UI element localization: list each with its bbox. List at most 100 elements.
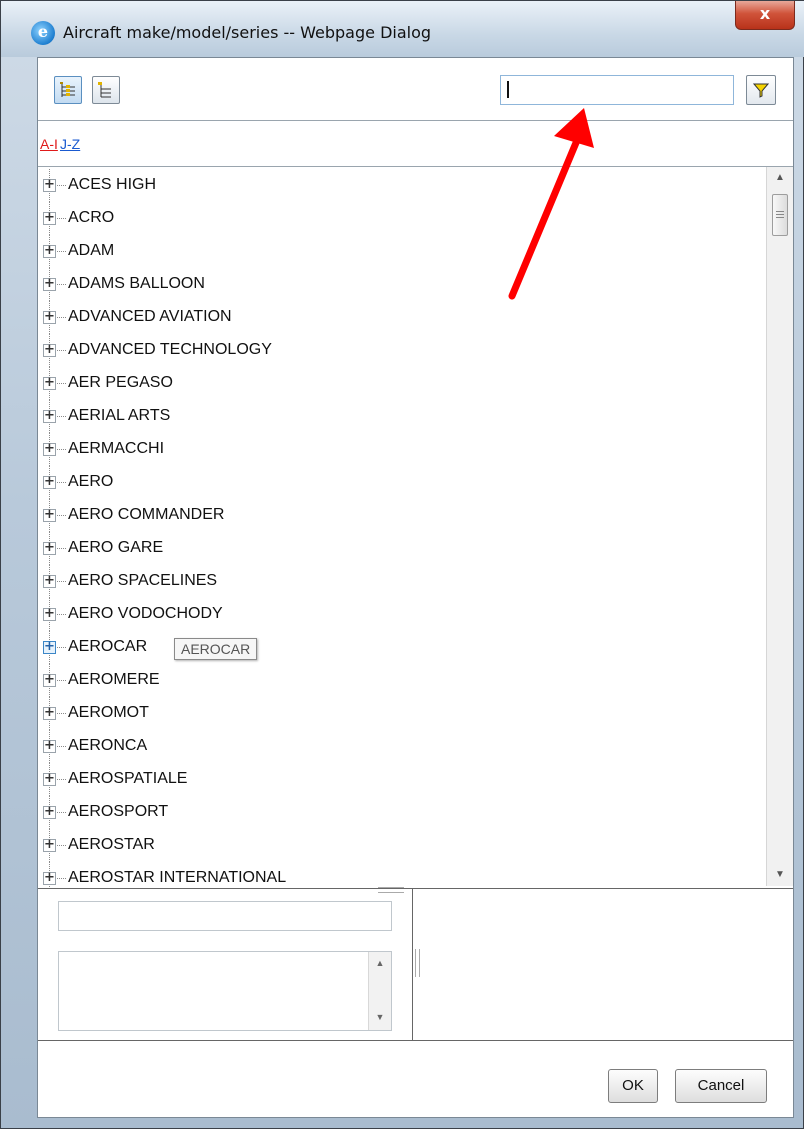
expand-plus-icon[interactable]: + (43, 871, 56, 885)
tree-node-label[interactable]: AERO VODOCHODY (68, 605, 223, 623)
tree-node[interactable]: + AEROMERE (38, 664, 758, 697)
scroll-up-icon[interactable]: ▲ (767, 167, 793, 189)
detail-right-pane (413, 889, 793, 1041)
expand-plus-icon[interactable]: + (43, 343, 56, 357)
expand-plus-icon[interactable]: + (43, 706, 56, 720)
alphabet-filter: A-I J-Z (38, 120, 793, 167)
expand-plus-icon[interactable]: + (43, 508, 56, 522)
tree-node[interactable]: + ADVANCED AVIATION (38, 301, 758, 334)
expand-plus-icon[interactable]: + (43, 211, 56, 225)
expand-plus-icon[interactable]: + (43, 607, 56, 621)
tree-node-label[interactable]: AERO (68, 473, 113, 491)
tree-node[interactable]: + ADVANCED TECHNOLOGY (38, 334, 758, 367)
tree-node-label[interactable]: ACES HIGH (68, 176, 156, 194)
tree-node[interactable]: + AEROSTAR (38, 829, 758, 862)
expand-plus-icon[interactable]: + (43, 574, 56, 588)
tree-node-label[interactable]: ADAM (68, 242, 114, 260)
tree-node-label[interactable]: ACRO (68, 209, 114, 227)
textarea-scrollbar[interactable]: ▲ ▼ (368, 952, 391, 1030)
tree-node-label[interactable]: ADAMS BALLOON (68, 275, 205, 293)
expand-plus-icon[interactable]: + (43, 442, 56, 456)
filter-button[interactable] (746, 75, 776, 105)
expand-plus-icon[interactable]: + (43, 772, 56, 786)
tree-node[interactable]: + AEROSPORT (38, 796, 758, 829)
expand-plus-icon[interactable]: + (43, 310, 56, 324)
tree-connector-dash (57, 350, 66, 351)
expand-plus-icon[interactable]: + (43, 277, 56, 291)
tree-node-label[interactable]: AEROSPORT (68, 803, 168, 821)
tree-node[interactable]: + AERO COMMANDER (38, 499, 758, 532)
tree-connector-dash (57, 680, 66, 681)
tree-node-label[interactable]: AERONCA (68, 737, 147, 755)
dialog-content: A-I J-Z + ACES HIGH + ACRO + ADAM + ADAMS BALLO… (37, 57, 794, 1118)
search-input[interactable] (500, 75, 734, 105)
tree-node[interactable]: + ACES HIGH (38, 169, 758, 202)
tree-node-label[interactable]: ADVANCED TECHNOLOGY (68, 341, 272, 359)
selection-name-field[interactable] (58, 901, 392, 931)
tree-node-label[interactable]: AERO COMMANDER (68, 506, 224, 524)
tree-node-label[interactable]: AEROCAR (68, 638, 147, 656)
tree-node[interactable]: + AEROSPATIALE (38, 763, 758, 796)
tree-node-label[interactable]: ADVANCED AVIATION (68, 308, 232, 326)
textarea-scroll-down-icon[interactable]: ▼ (369, 1012, 391, 1022)
tree-connector-dash (57, 845, 66, 846)
expand-plus-icon[interactable]: + (43, 640, 56, 654)
selection-description-area[interactable]: ▲ ▼ (58, 951, 392, 1031)
text-cursor (507, 81, 509, 98)
expand-plus-icon[interactable]: + (43, 805, 56, 819)
expand-plus-icon[interactable]: + (43, 739, 56, 753)
tree-connector-dash (57, 647, 66, 648)
alpha-link-a-i[interactable]: A-I (40, 136, 58, 152)
expand-plus-icon[interactable]: + (43, 178, 56, 192)
expand-plus-icon[interactable]: + (43, 244, 56, 258)
tree-node-label[interactable]: AEROSTAR INTERNATIONAL (68, 869, 286, 887)
dialog-window: e Aircraft make/model/series -- Webpage … (0, 0, 804, 1129)
tree-node[interactable]: + AERO (38, 466, 758, 499)
expand-plus-icon[interactable]: + (43, 673, 56, 687)
tree-node[interactable]: + AEROCAR (38, 631, 758, 664)
tree-node-label[interactable]: AERIAL ARTS (68, 407, 170, 425)
textarea-scroll-up-icon[interactable]: ▲ (369, 958, 391, 968)
tree-node[interactable]: + AERO VODOCHODY (38, 598, 758, 631)
tree-node-label[interactable]: AERMACCHI (68, 440, 164, 458)
tree-connector-dash (57, 581, 66, 582)
tree-node-label[interactable]: AEROSTAR (68, 836, 155, 854)
tree-node[interactable]: + AERO GARE (38, 532, 758, 565)
tree-node-label[interactable]: AER PEGASO (68, 374, 173, 392)
expand-plus-icon[interactable]: + (43, 475, 56, 489)
tree-node-label[interactable]: AERO SPACELINES (68, 572, 217, 590)
close-button[interactable]: x (735, 1, 795, 30)
expand-plus-icon[interactable]: + (43, 541, 56, 555)
tree-node[interactable]: + AERIAL ARTS (38, 400, 758, 433)
ok-button[interactable]: OK (608, 1069, 658, 1103)
cancel-button[interactable]: Cancel (675, 1069, 767, 1103)
tree-collapse-icon (98, 82, 111, 98)
scroll-thumb[interactable] (772, 194, 788, 236)
tree-node[interactable]: + ADAMS BALLOON (38, 268, 758, 301)
tree-connector-dash (57, 746, 66, 747)
tree-connector-dash (57, 251, 66, 252)
tree-node-label[interactable]: AEROMOT (68, 704, 149, 722)
tree-node[interactable]: + AER PEGASO (38, 367, 758, 400)
expand-plus-icon[interactable]: + (43, 838, 56, 852)
horizontal-splitter[interactable] (378, 887, 404, 893)
tree-node-label[interactable]: AEROMERE (68, 671, 160, 689)
tree-scrollbar[interactable]: ▲ ▼ (766, 167, 793, 886)
tree-node[interactable]: + AEROMOT (38, 697, 758, 730)
tree-node-label[interactable]: AERO GARE (68, 539, 163, 557)
title-bar[interactable]: e Aircraft make/model/series -- Webpage … (1, 1, 804, 57)
tree-node[interactable]: + AERO SPACELINES (38, 565, 758, 598)
expand-plus-icon[interactable]: + (43, 409, 56, 423)
expand-all-button[interactable] (54, 76, 82, 104)
collapse-all-button[interactable] (92, 76, 120, 104)
scroll-down-icon[interactable]: ▼ (767, 864, 793, 886)
tree-node[interactable]: + AERONCA (38, 730, 758, 763)
tree-node[interactable]: + AEROSTAR INTERNATIONAL (38, 862, 758, 887)
expand-plus-icon[interactable]: + (43, 376, 56, 390)
tree-node[interactable]: + ADAM (38, 235, 758, 268)
tree-node[interactable]: + ACRO (38, 202, 758, 235)
tree-node[interactable]: + AERMACCHI (38, 433, 758, 466)
tree-node-label[interactable]: AEROSPATIALE (68, 770, 187, 788)
alpha-link-j-z[interactable]: J-Z (60, 136, 80, 152)
tree-connector-dash (57, 383, 66, 384)
